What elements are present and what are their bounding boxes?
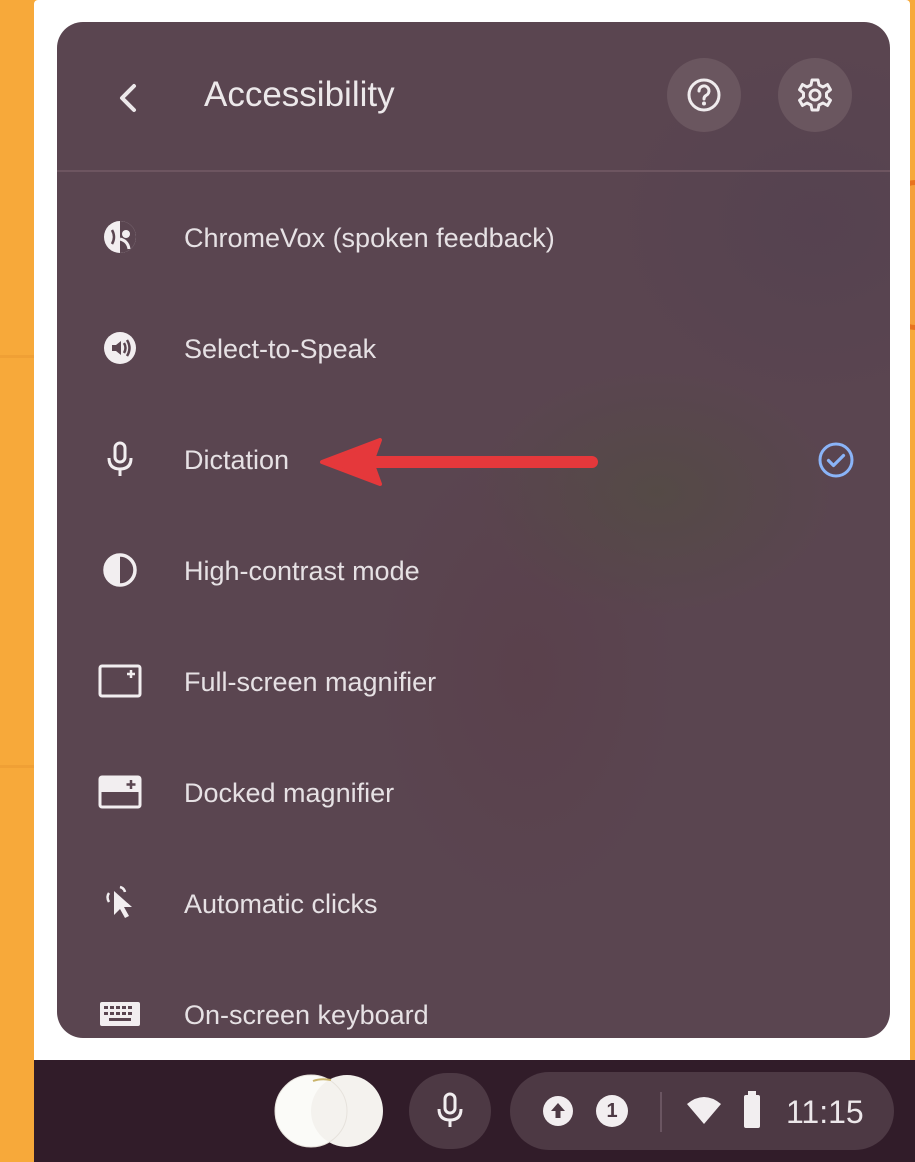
menu-item-label: ChromeVox (spoken feedback) <box>184 223 555 253</box>
menu-item-label: Dictation <box>184 445 290 475</box>
microphone-icon <box>437 1092 463 1127</box>
auto-click-icon <box>97 880 143 926</box>
menu-item-high-contrast[interactable]: High-contrast mode <box>57 521 890 621</box>
upload-icon <box>543 1096 573 1126</box>
keyboard-icon <box>97 991 143 1037</box>
microphone-icon <box>97 436 143 482</box>
battery-icon <box>744 1091 760 1128</box>
menu-item-label: Automatic clicks <box>184 889 378 919</box>
tray-divider <box>660 1092 662 1132</box>
menu-item-label: Docked magnifier <box>184 778 395 808</box>
panel-header: Accessibility <box>57 22 890 172</box>
annotation-arrow <box>320 438 598 486</box>
wallpaper-stripe <box>0 765 34 768</box>
menu-item-label: Select-to-Speak <box>184 334 377 364</box>
back-button[interactable] <box>101 70 157 126</box>
gear-icon <box>798 78 832 112</box>
menu-item-fullscreen-magnifier[interactable]: Full-screen magnifier <box>57 632 890 732</box>
dictation-button[interactable] <box>409 1073 491 1149</box>
docked-magnifier-icon <box>97 769 143 815</box>
fullscreen-magnifier-icon <box>97 658 143 704</box>
chromevox-icon <box>97 214 143 260</box>
chevron-left-icon <box>120 84 136 112</box>
menu-item-on-screen-keyboard[interactable]: On-screen keyboard <box>57 965 890 1038</box>
accessibility-panel: Accessibility ChromeVox (spoken feedback… <box>57 22 890 1038</box>
menu-item-label: On-screen keyboard <box>184 1000 429 1030</box>
menu-item-select-to-speak[interactable]: Select-to-Speak <box>57 299 890 399</box>
check-circle-icon <box>818 442 854 478</box>
clock-time: 11:15 <box>786 1094 864 1130</box>
settings-button[interactable] <box>778 58 852 132</box>
menu-item-automatic-clicks[interactable]: Automatic clicks <box>57 854 890 954</box>
wallpaper-stripe <box>0 355 34 358</box>
help-button[interactable] <box>667 58 741 132</box>
status-tray[interactable]: 1 11:15 <box>510 1072 894 1150</box>
avatar[interactable] <box>273 1073 385 1149</box>
menu-item-label: High-contrast mode <box>184 556 420 586</box>
contrast-icon <box>97 547 143 593</box>
menu-item-docked-magnifier[interactable]: Docked magnifier <box>57 743 890 843</box>
notification-count-badge: 1 <box>596 1095 628 1127</box>
menu-item-chromevox[interactable]: ChromeVox (spoken feedback) <box>57 188 890 288</box>
select-to-speak-icon <box>97 325 143 371</box>
panel-title: Accessibility <box>204 75 395 114</box>
menu-item-label: Full-screen magnifier <box>184 667 437 697</box>
wifi-icon <box>687 1097 721 1124</box>
help-icon <box>687 78 721 112</box>
